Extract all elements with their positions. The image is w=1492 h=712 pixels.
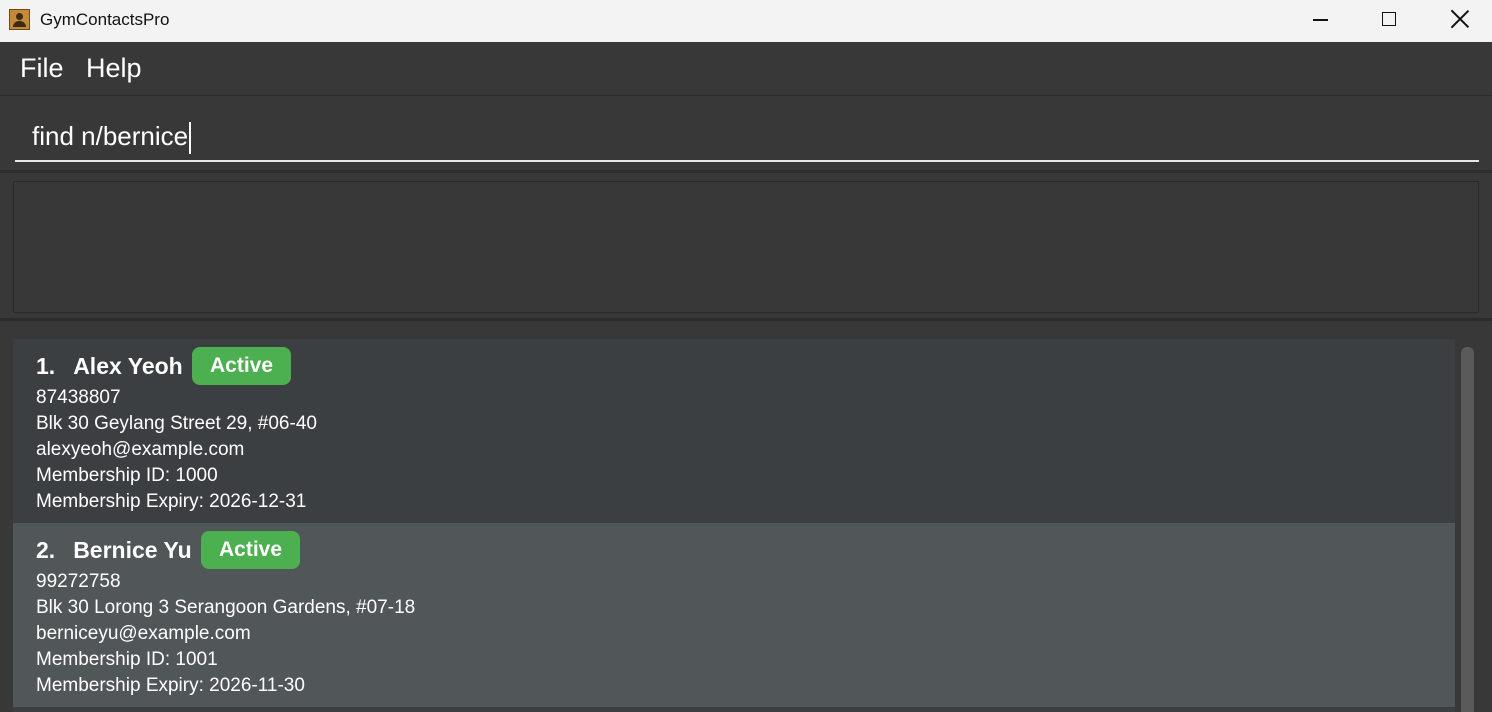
menu-help[interactable]: Help — [86, 52, 142, 84]
person-name: Alex Yeoh — [73, 353, 183, 379]
scrollbar-thumb[interactable] — [1461, 347, 1474, 712]
person-email: alexyeoh@example.com — [36, 439, 245, 460]
person-name: Bernice Yu — [73, 537, 192, 563]
close-icon — [1451, 10, 1469, 28]
minimize-button[interactable] — [1286, 0, 1356, 40]
status-badge: Active — [201, 531, 301, 569]
maximize-button[interactable] — [1354, 0, 1424, 40]
list-scrollbar[interactable] — [1456, 339, 1492, 712]
command-box-container: find n/bernice — [0, 97, 1492, 173]
person-email: berniceyu@example.com — [36, 623, 251, 644]
person-membership-id: Membership ID: 1001 — [36, 649, 218, 670]
person-membership-expiry: Membership Expiry: 2026-12-31 — [36, 491, 307, 512]
result-display-container — [0, 173, 1492, 321]
person-list[interactable]: 1. Alex Yeoh Active 87438807 Blk 30 Geyla… — [13, 339, 1455, 712]
person-membership-expiry: Membership Expiry: 2026-11-30 — [36, 675, 305, 696]
person-name-line: 1. Alex Yeoh — [36, 352, 183, 380]
menu-bar: File Help — [0, 42, 1492, 96]
command-input[interactable]: find n/bernice — [15, 115, 1479, 162]
person-phone: 87438807 — [36, 387, 121, 408]
person-list-panel: 1. Alex Yeoh Active 87438807 Blk 30 Geyla… — [0, 324, 1492, 712]
window-title: GymContactsPro — [40, 10, 170, 29]
person-address: Blk 30 Lorong 3 Serangoon Gardens, #07-1… — [36, 597, 416, 618]
minimize-icon — [1313, 19, 1328, 21]
person-index: 2. — [36, 537, 56, 563]
person-index: 1. — [36, 353, 56, 379]
status-badge: Active — [192, 347, 292, 385]
person-phone: 99272758 — [36, 571, 121, 592]
person-address: Blk 30 Geylang Street 29, #06-40 — [36, 413, 317, 434]
command-input-value: find n/bernice — [32, 121, 191, 155]
result-display[interactable] — [13, 181, 1479, 313]
maximize-icon — [1382, 12, 1396, 26]
person-card-selected[interactable]: 2. Bernice Yu Active 99272758 Blk 30 Loro… — [13, 523, 1455, 707]
title-bar: GymContactsPro — [0, 0, 1492, 42]
menu-file[interactable]: File — [20, 52, 64, 84]
close-button[interactable] — [1425, 0, 1492, 40]
command-text: find n/bernice — [32, 121, 189, 151]
person-card[interactable]: 1. Alex Yeoh Active 87438807 Blk 30 Geyla… — [13, 339, 1455, 523]
person-membership-id: Membership ID: 1000 — [36, 465, 218, 486]
text-caret — [189, 122, 191, 155]
contacts-app-icon — [9, 9, 30, 30]
person-name-line: 2. Bernice Yu — [36, 536, 192, 564]
